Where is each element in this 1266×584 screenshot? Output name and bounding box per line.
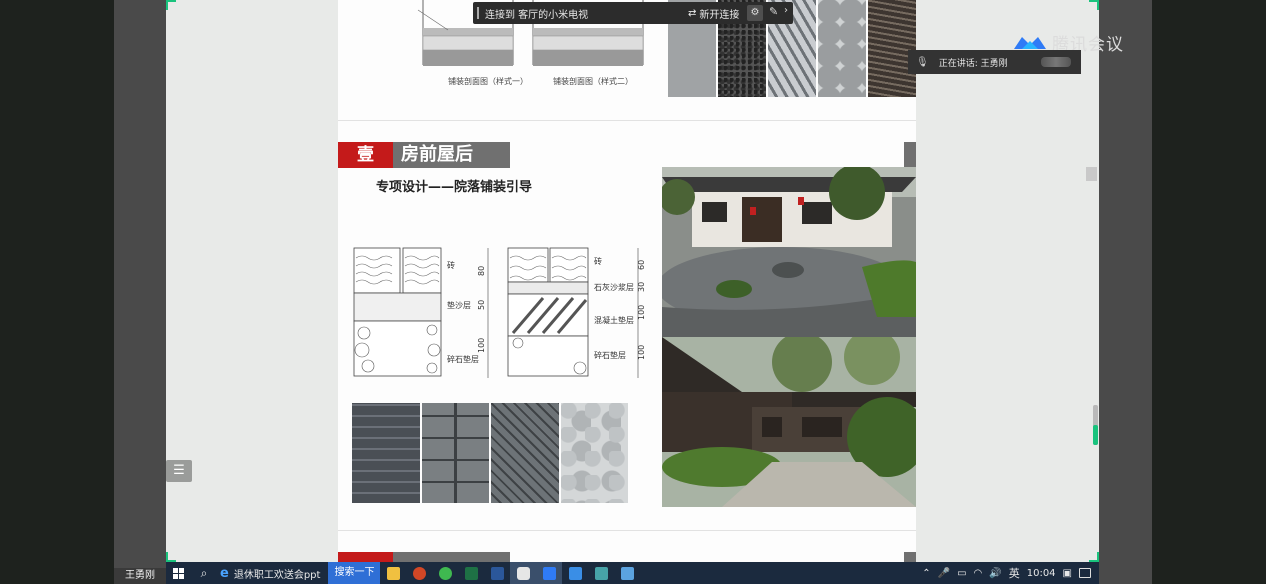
slide-divider [338, 120, 916, 121]
layer-label: 砖 [594, 256, 602, 266]
share-border-corner [166, 552, 176, 562]
browser-icon[interactable] [510, 562, 537, 584]
share-border-corner [1089, 552, 1099, 562]
layer-label: 碎石垫层 [594, 350, 626, 360]
folder-icon[interactable] [380, 562, 406, 584]
paving-swatches [352, 403, 628, 503]
left-band [114, 0, 166, 584]
slide-subtitle: 专项设计——院落铺装引导 [376, 180, 533, 195]
slide-divider [338, 530, 916, 531]
scrollbar-thumb[interactable] [1086, 167, 1097, 181]
participant-name-tag: 王勇刚 [114, 568, 166, 584]
layer-label: 混凝土垫层 [594, 315, 634, 325]
layer-label: 碎石垫层 [447, 354, 479, 364]
dimension-label: 100 [477, 338, 486, 353]
taskbar: ⌕ e 退休职工欢送会ppt 搜索一下 ⌃ 🎤 ▭ ◠ 🔊 英 10:04 ▣ [166, 562, 1099, 584]
desktop-icon[interactable]: ▣ [1063, 568, 1072, 579]
dimension-label: 30 [637, 282, 646, 292]
app-icon[interactable] [562, 562, 588, 584]
start-icon[interactable] [166, 562, 190, 584]
ie-window-button[interactable]: e 退休职工欢送会ppt [218, 562, 328, 584]
courtyard-photo [662, 167, 916, 337]
connection-icon: ⇄ [688, 7, 697, 19]
shared-screen: 铺装剖面图（样式一） 铺装剖面图（样式二） 壹 房前屋后 专项设计——院落铺装引… [166, 0, 1099, 584]
chevron-up-icon[interactable]: ⌃ [922, 568, 930, 579]
swatch-cobble [560, 403, 628, 503]
network-icon[interactable]: ◠ [974, 568, 983, 579]
wechat-icon[interactable] [432, 562, 458, 584]
mic-tray-icon[interactable]: 🎤 [938, 568, 950, 579]
new-connection-label: 新开连接 [699, 9, 740, 21]
swatch-herringbone [491, 403, 559, 503]
powerpoint-icon[interactable] [406, 562, 432, 584]
search-icon[interactable]: ⌕ [190, 566, 218, 581]
drag-handle[interactable] [477, 7, 479, 19]
section-side-tab [904, 142, 916, 168]
mic-icon: 🎙 [916, 56, 929, 68]
window-app-icon[interactable] [614, 562, 640, 584]
share-border-corner [166, 0, 176, 10]
layer-label: 砖 [447, 260, 455, 270]
volume-icon[interactable]: 🔊 [989, 568, 1001, 579]
building-photo [662, 337, 916, 507]
ie-window-title: 退休职工欢送会ppt [233, 569, 321, 581]
new-connection-button[interactable]: ⇄ 新开连接 [688, 6, 739, 21]
section-title: 房前屋后 [393, 142, 510, 168]
left-frame [0, 0, 114, 584]
ime-indicator[interactable]: 英 [1009, 565, 1020, 581]
slide-page: 铺装剖面图（样式一） 铺装剖面图（样式二） 壹 房前屋后 专项设计——院落铺装引… [338, 0, 916, 564]
dimension-label: 50 [477, 300, 486, 310]
cast-status-text: 连接到 客厅的小米电视 [485, 9, 589, 21]
dimension-label: 60 [637, 260, 646, 270]
layer-label: 石灰沙浆层 [594, 282, 634, 292]
voice-wave [1041, 57, 1071, 67]
dimension-label: 100 [637, 345, 646, 360]
dimension-label: 80 [477, 266, 486, 276]
diagram-caption-1: 铺装剖面图（样式一） [448, 76, 528, 86]
word-icon[interactable] [484, 562, 510, 584]
cast-toolbar: 连接到 客厅的小米电视 ⇄ 新开连接 ⚙ ✎ › [473, 2, 793, 24]
pin-icon[interactable]: ✎ [769, 5, 778, 18]
swatch-slab [421, 403, 489, 503]
dimension-label: 100 [637, 305, 646, 320]
right-band [1099, 0, 1152, 584]
swatch-brick [352, 403, 420, 503]
scroll-indicator[interactable] [1093, 425, 1098, 445]
share-border-corner [1089, 0, 1099, 10]
excel-icon[interactable] [458, 562, 484, 584]
layer-label: 垫沙层 [447, 300, 471, 310]
list-icon[interactable]: ☰ [166, 460, 192, 482]
ie-icon: e [220, 565, 229, 581]
speaking-label: 正在讲话: 王勇刚 [938, 58, 1008, 69]
right-frame [1152, 0, 1266, 584]
tencent-meeting-taskbar-icon[interactable] [536, 562, 563, 584]
battery-icon[interactable]: ▭ [957, 568, 966, 579]
chart-app-icon[interactable] [588, 562, 614, 584]
speaking-indicator: 🎙 正在讲话: 王勇刚 [908, 50, 1081, 74]
system-tray: ⌃ 🎤 ▭ ◠ 🔊 英 10:04 ▣ [922, 562, 1099, 584]
paving-section-diagram: 砖 垫沙层 碎石垫层 80 50 100 砖 石灰沙浆层 混凝土垫层 碎石垫层 … [353, 247, 646, 378]
notification-icon[interactable] [1079, 568, 1091, 578]
desktop: 铺装剖面图（样式一） 铺装剖面图（样式二） 壹 房前屋后 专项设计——院落铺装引… [0, 0, 1266, 584]
chevron-right-icon[interactable]: › [784, 5, 788, 16]
diagram-caption-2: 铺装剖面图（样式二） [553, 76, 633, 86]
settings-icon[interactable]: ⚙ [747, 5, 763, 21]
baidu-search-button[interactable]: 搜索一下 [328, 562, 381, 584]
section-number: 壹 [338, 142, 393, 168]
clock[interactable]: 10:04 [1027, 568, 1056, 579]
